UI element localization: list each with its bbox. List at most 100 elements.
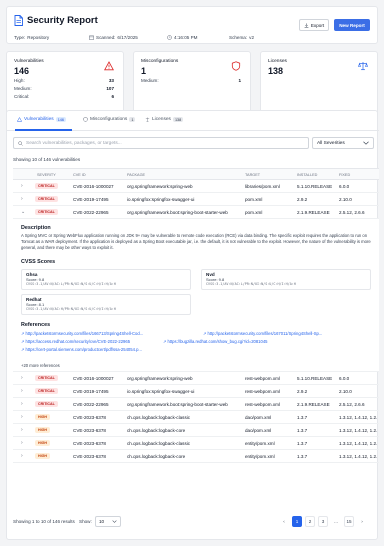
reference-link[interactable]: ↗ http://packetstormsecurity.com/files/16… (21, 331, 143, 336)
cve-id: CVE-2019-17495 (73, 197, 109, 202)
search-input[interactable]: Search vulnerabilities, packages, or tar… (13, 137, 309, 149)
package: ch.qos.logback:logback-classic (127, 441, 191, 446)
table-row[interactable]: › CRITICAL CVE-2022-22965 org.springfram… (13, 398, 379, 411)
table-row[interactable]: › CRITICAL CVE-2016-1000027 org.springfr… (13, 180, 379, 193)
column-header[interactable]: CVE ID (73, 173, 86, 177)
table-row[interactable]: › CRITICAL CVE-2016-1000027 org.springfr… (13, 372, 379, 385)
active-tab-indicator (15, 129, 72, 131)
more-references-link[interactable]: +20 more references (21, 363, 60, 368)
reference-link[interactable]: ↗ https://bugzilla.redhat.com/show_bug.cg… (163, 339, 268, 344)
table-row[interactable]: › HIGH CVE-2023-6378 ch.qos.logback:logb… (13, 450, 379, 463)
table-row[interactable]: › CRITICAL CVE-2019-17495 io.springfox:s… (13, 193, 379, 206)
chevron-down-icon[interactable]: ⌄ (21, 209, 25, 215)
column-header[interactable]: FIXED (339, 173, 350, 177)
cve-id: CVE-2023-6378 (73, 428, 106, 433)
vulnerabilities-total: 146 (14, 66, 30, 76)
tab-count-badge: 146 (55, 117, 67, 122)
cve-id: CVE-2023-6378 (73, 454, 106, 459)
chevron-right-icon[interactable]: › (21, 183, 23, 189)
prev-page-button[interactable]: ‹ (279, 516, 289, 527)
installed: 5.1.10.RELEASE (297, 376, 333, 381)
column-header[interactable]: PACKAGE (127, 173, 145, 177)
shield-icon (83, 117, 88, 122)
tab-count-badge: 138 (172, 117, 184, 122)
chevron-right-icon[interactable]: › (21, 401, 23, 407)
fixed: 1.3.12, 1.4.12, 1.2.13 (339, 415, 377, 420)
target: rest-webpom.xml (245, 389, 280, 394)
reference-link[interactable]: ↗ http://packetstormsecurity.com/files/16… (203, 331, 322, 336)
tab-bar: Vulnerabilities 146 Misconfigurations 1 … (7, 111, 379, 131)
stat-medium: Medium: 107 (14, 86, 114, 91)
table-row[interactable]: › HIGH CVE-2023-6378 ch.qos.logback:logb… (13, 411, 379, 424)
external-link-icon: ↗ (21, 331, 25, 336)
description-text: A Spring MVC or Spring WebFlux applicati… (21, 233, 371, 250)
download-icon (304, 22, 309, 28)
page-ellipsis: ... (334, 519, 338, 524)
page-size-select[interactable]: 10 (95, 516, 121, 527)
fixed: 1.3.12, 1.4.12, 1.2.13 (339, 441, 377, 446)
installed: 1.3.7 (297, 441, 308, 446)
cvss-score-card: Redhat Score: 8.1 CVSS:3.1/AV:N/AC:H/PR:… (21, 294, 191, 315)
chevron-right-icon[interactable]: › (21, 440, 23, 446)
severity-filter-select[interactable]: All Severities (312, 137, 374, 149)
severity-badge: CRITICAL (35, 375, 58, 381)
meta-type: Type: Repository (14, 35, 50, 40)
severity-badge: CRITICAL (35, 209, 58, 215)
package: ch.qos.logback:logback-core (127, 428, 186, 433)
chevron-right-icon[interactable]: › (21, 388, 23, 394)
severity-badge: HIGH (35, 453, 50, 459)
fixed: 2.10.0 (339, 197, 352, 202)
reference-link[interactable]: ↗ https://cert-portal.siemens.com/product… (21, 347, 142, 352)
chevron-right-icon[interactable]: › (21, 453, 23, 459)
severity-badge: HIGH (35, 414, 50, 420)
page-button[interactable]: 3 (318, 516, 328, 527)
package: io.springfox:springfox-swagger-ui (127, 197, 195, 202)
table-row[interactable]: › HIGH CVE-2023-6378 ch.qos.logback:logb… (13, 424, 379, 437)
cve-id: CVE-2016-1000027 (73, 376, 114, 381)
severity-badge: HIGH (35, 440, 50, 446)
cvss-heading: CVSS Scores (21, 259, 56, 265)
column-header[interactable]: SEVERITY (37, 173, 56, 177)
page-button[interactable]: 15 (344, 516, 354, 527)
installed: 2.9.2 (297, 389, 308, 394)
table-row[interactable]: › CRITICAL CVE-2019-17495 io.springfox:s… (13, 385, 379, 398)
package: org.springframework.boot:spring-boot-sta… (127, 402, 228, 407)
vulnerabilities-table: SEVERITY CVE ID PACKAGE TARGET INSTALLED… (13, 168, 379, 463)
target: entity/pom.xml (245, 441, 275, 446)
chevron-right-icon[interactable]: › (21, 427, 23, 433)
cve-id: CVE-2023-6378 (73, 441, 106, 446)
clock-icon (167, 35, 172, 40)
chevron-right-icon[interactable]: › (21, 375, 23, 381)
chevron-right-icon[interactable]: › (21, 196, 23, 202)
cve-id: CVE-2022-22965 (73, 402, 109, 407)
installed: 2.9.2 (297, 197, 308, 202)
chevron-right-icon[interactable]: › (21, 414, 23, 420)
column-header[interactable]: TARGET (245, 173, 260, 177)
tab-licenses[interactable]: Licenses 138 (145, 117, 184, 122)
external-link-icon: ↗ (21, 347, 25, 352)
target: dao/pom.xml (245, 428, 272, 433)
references-heading: References (21, 322, 51, 328)
table-row-expanded[interactable]: ⌄ CRITICAL CVE-2022-22965 org.springfram… (13, 206, 379, 219)
document-icon (14, 15, 23, 26)
fixed: 1.3.12, 1.4.12, 1.2.13 (339, 428, 377, 433)
next-page-button[interactable]: › (357, 516, 367, 527)
installed: 2.1.9.RELEASE (297, 402, 330, 407)
severity-badge: CRITICAL (35, 388, 58, 394)
column-header[interactable]: INSTALLED (297, 173, 317, 177)
reference-link[interactable]: ↗ https://access.redhat.com/security/cve/… (21, 339, 130, 344)
target: pom.xml (245, 197, 263, 202)
report-header: Security Report Type: Repository Scanned… (6, 6, 378, 44)
target: rest-webpom.xml (245, 376, 280, 381)
scale-icon (358, 62, 368, 71)
tab-misconfigurations[interactable]: Misconfigurations 1 (83, 117, 136, 122)
tab-vulnerabilities[interactable]: Vulnerabilities 146 (17, 117, 67, 122)
export-button[interactable]: Export (299, 19, 329, 31)
package: org.springframework:spring-web (127, 184, 193, 189)
table-row[interactable]: › HIGH CVE-2023-6378 ch.qos.logback:logb… (13, 437, 379, 450)
new-report-button[interactable]: New Report (334, 19, 370, 31)
page-button[interactable]: 2 (305, 516, 315, 527)
target: dao/pom.xml (245, 415, 272, 420)
page-button[interactable]: 1 (292, 516, 302, 527)
stat-critical: Critical: 6 (14, 94, 114, 99)
